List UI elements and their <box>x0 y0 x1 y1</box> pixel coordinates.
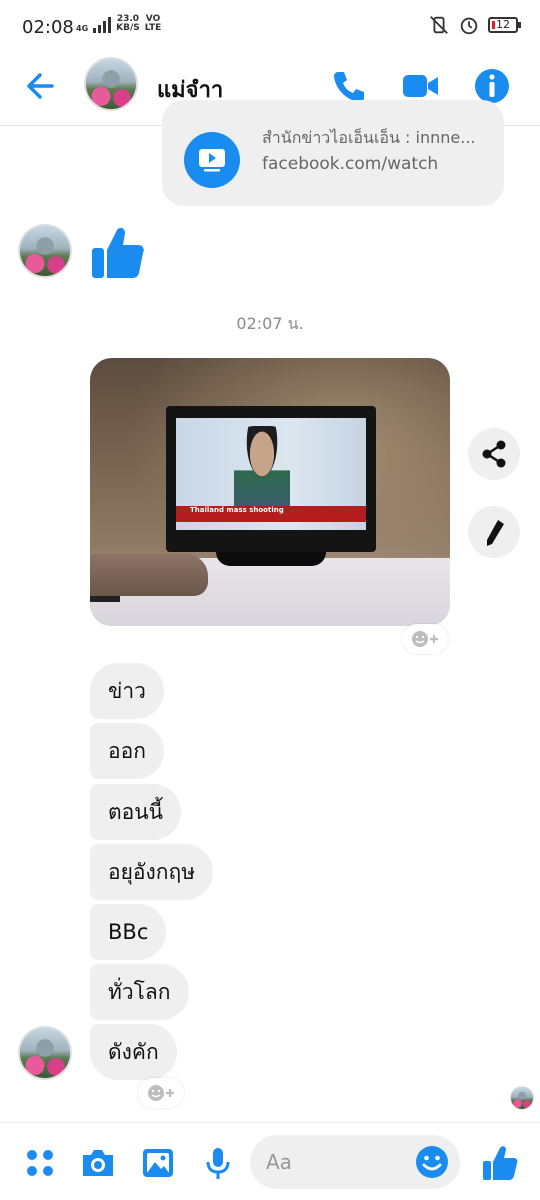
link-title: สำนักข่าวไอเอ็นเอ็น : innne... <box>262 128 476 147</box>
message-bubble[interactable]: ดังคัก <box>90 1024 177 1080</box>
network-indicator: 4G 23.0 KB/S VO LTE <box>76 15 161 33</box>
smiley-plus-icon <box>412 631 438 647</box>
sender-avatar[interactable] <box>18 224 72 278</box>
message-bubble[interactable]: ออก <box>90 723 164 779</box>
pencil-icon <box>487 520 504 546</box>
link-url: facebook.com/watch <box>262 154 439 174</box>
add-reaction-button[interactable] <box>402 624 448 654</box>
battery-level: 12 <box>496 18 510 31</box>
status-right: 12 <box>428 14 521 36</box>
sender-avatar[interactable] <box>18 1026 72 1080</box>
signal-icon <box>93 15 112 33</box>
message-bubble[interactable]: ทั่วโลก <box>90 964 189 1020</box>
status-bar: 02:08 4G 23.0 KB/S VO LTE 12 <box>0 0 540 54</box>
message-composer[interactable] <box>250 1135 460 1189</box>
message-timestamp: 02:07 น. <box>236 314 304 333</box>
thumbs-up-icon <box>92 227 144 278</box>
share-button[interactable] <box>468 428 520 480</box>
contact-avatar[interactable] <box>84 57 138 111</box>
tv-in-photo: Thailand mass shooting <box>166 406 376 552</box>
messenger-screen: 02:08 4G 23.0 KB/S VO LTE 12 แม่จำา สำนั… <box>0 0 540 1200</box>
alarm-icon <box>460 17 478 35</box>
vibrate-off-icon <box>430 16 448 34</box>
message-bubble[interactable]: อยุอังกฤษ <box>90 844 214 900</box>
smiley-plus-icon <box>148 1085 174 1101</box>
thumbs-up-send-icon[interactable] <box>480 1143 520 1183</box>
video-play-icon <box>184 132 240 188</box>
gallery-icon[interactable] <box>138 1143 178 1183</box>
network-type: 4G <box>76 24 89 33</box>
edit-button[interactable] <box>468 506 520 558</box>
microphone-icon[interactable] <box>198 1143 238 1183</box>
photo-message[interactable]: Thailand mass shooting <box>90 358 450 626</box>
news-caption: Thailand mass shooting <box>190 506 284 514</box>
share-icon <box>482 440 506 468</box>
camera-icon[interactable] <box>78 1143 118 1183</box>
add-reaction-button[interactable] <box>138 1078 184 1108</box>
emoji-icon[interactable] <box>414 1144 450 1180</box>
message-input[interactable] <box>266 1147 406 1177</box>
speed-unit: KB/S <box>116 23 140 33</box>
message-bubble[interactable]: ตอนนี้ <box>90 784 181 840</box>
message-bubble[interactable]: BBc <box>90 904 167 960</box>
composer-bar <box>0 1122 540 1200</box>
menu-dots-icon[interactable] <box>20 1143 60 1183</box>
read-receipt-avatar <box>510 1086 534 1110</box>
status-time: 02:08 <box>22 17 74 38</box>
battery-icon: 12 <box>488 17 521 33</box>
back-arrow-icon[interactable] <box>22 66 62 106</box>
message-bubble[interactable]: ข่าว <box>90 663 164 719</box>
volte-bottom: LTE <box>144 23 162 33</box>
shared-link-card[interactable]: สำนักข่าวไอเอ็นเอ็น : innne... facebook.… <box>162 100 504 206</box>
